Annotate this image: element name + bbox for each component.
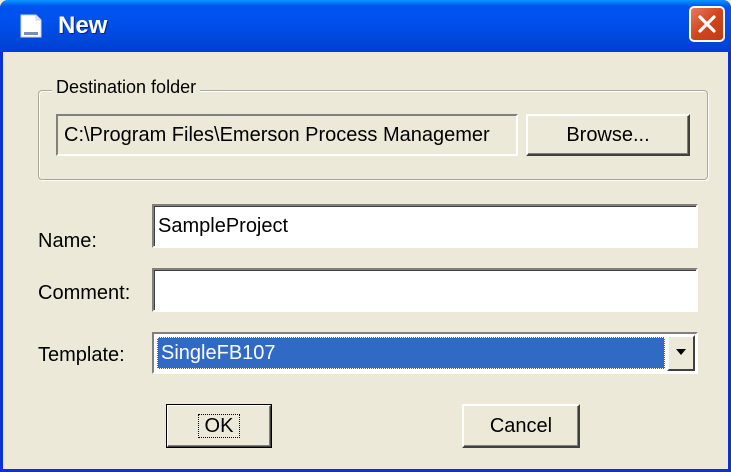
comment-label: Comment: (38, 282, 131, 304)
browse-button[interactable]: Browse... (526, 114, 690, 156)
template-selected-value[interactable]: SingleFB107 (157, 337, 665, 369)
window-title: New (58, 12, 108, 39)
new-document-icon (18, 13, 44, 39)
close-button[interactable] (689, 6, 725, 42)
cancel-button[interactable]: Cancel (462, 404, 580, 448)
comment-input[interactable] (152, 268, 698, 312)
name-input[interactable]: SampleProject (152, 204, 698, 248)
ok-label: OK (197, 414, 241, 438)
destination-path-field: C:\Program Files\Emerson Process Managem… (56, 114, 518, 156)
template-label: Template: (38, 344, 125, 366)
title-bar[interactable]: New (0, 0, 731, 52)
name-label: Name: (38, 230, 97, 252)
destination-folder-label: Destination folder (52, 77, 201, 98)
close-icon (698, 15, 716, 33)
template-select[interactable]: SingleFB107 (152, 332, 698, 374)
chevron-down-icon (676, 349, 686, 355)
ok-button[interactable]: OK (166, 404, 272, 448)
template-dropdown-button[interactable] (667, 335, 695, 371)
